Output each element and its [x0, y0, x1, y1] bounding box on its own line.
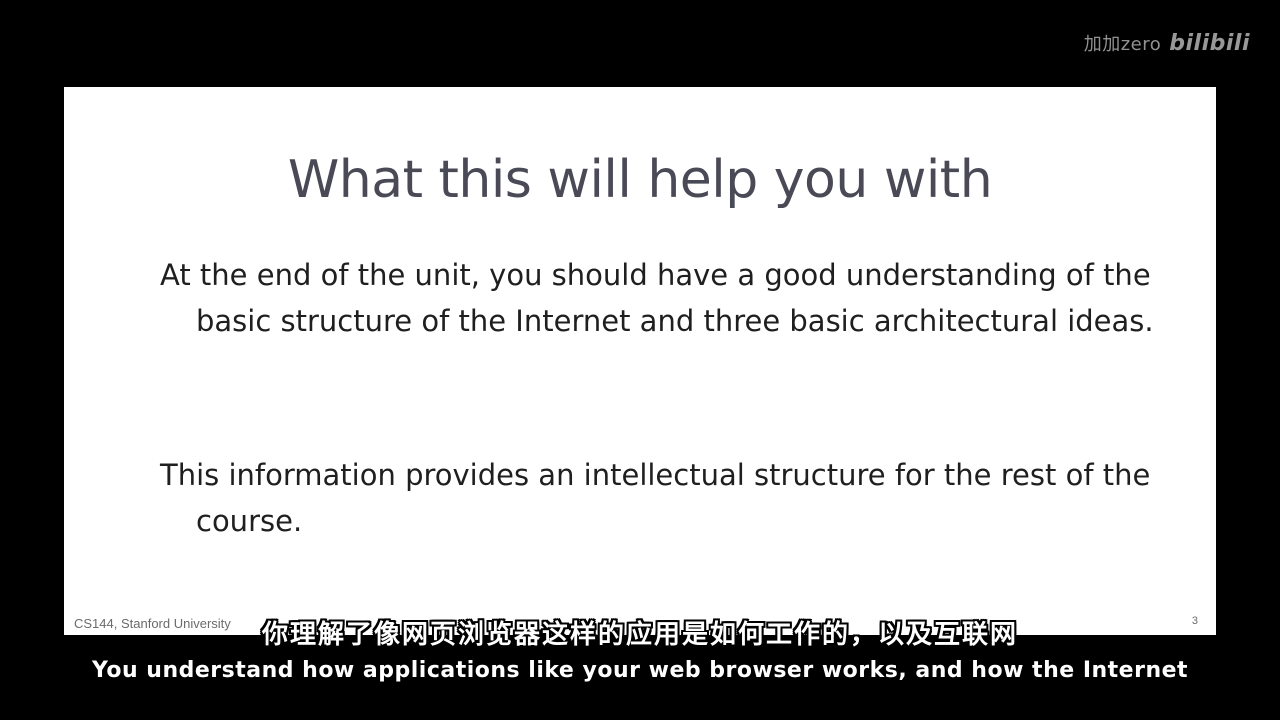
- presentation-slide: What this will help you with At the end …: [64, 87, 1216, 635]
- bilibili-logo-icon: bilibili: [1169, 30, 1250, 56]
- watermark-username: 加加zero: [1083, 34, 1162, 55]
- subtitle-english: You understand how applications like you…: [91, 658, 1189, 683]
- slide-paragraph-1: At the end of the unit, you should have …: [160, 258, 1154, 338]
- watermark: 加加zero bilibili: [1084, 30, 1250, 56]
- slide-title: What this will help you with: [287, 150, 993, 210]
- subtitle-chinese: 你理解了像网页浏览器这样的应用是如何工作的，以及互联网: [261, 620, 1018, 650]
- slide-paragraph-2: This information provides an intellectua…: [160, 458, 1151, 538]
